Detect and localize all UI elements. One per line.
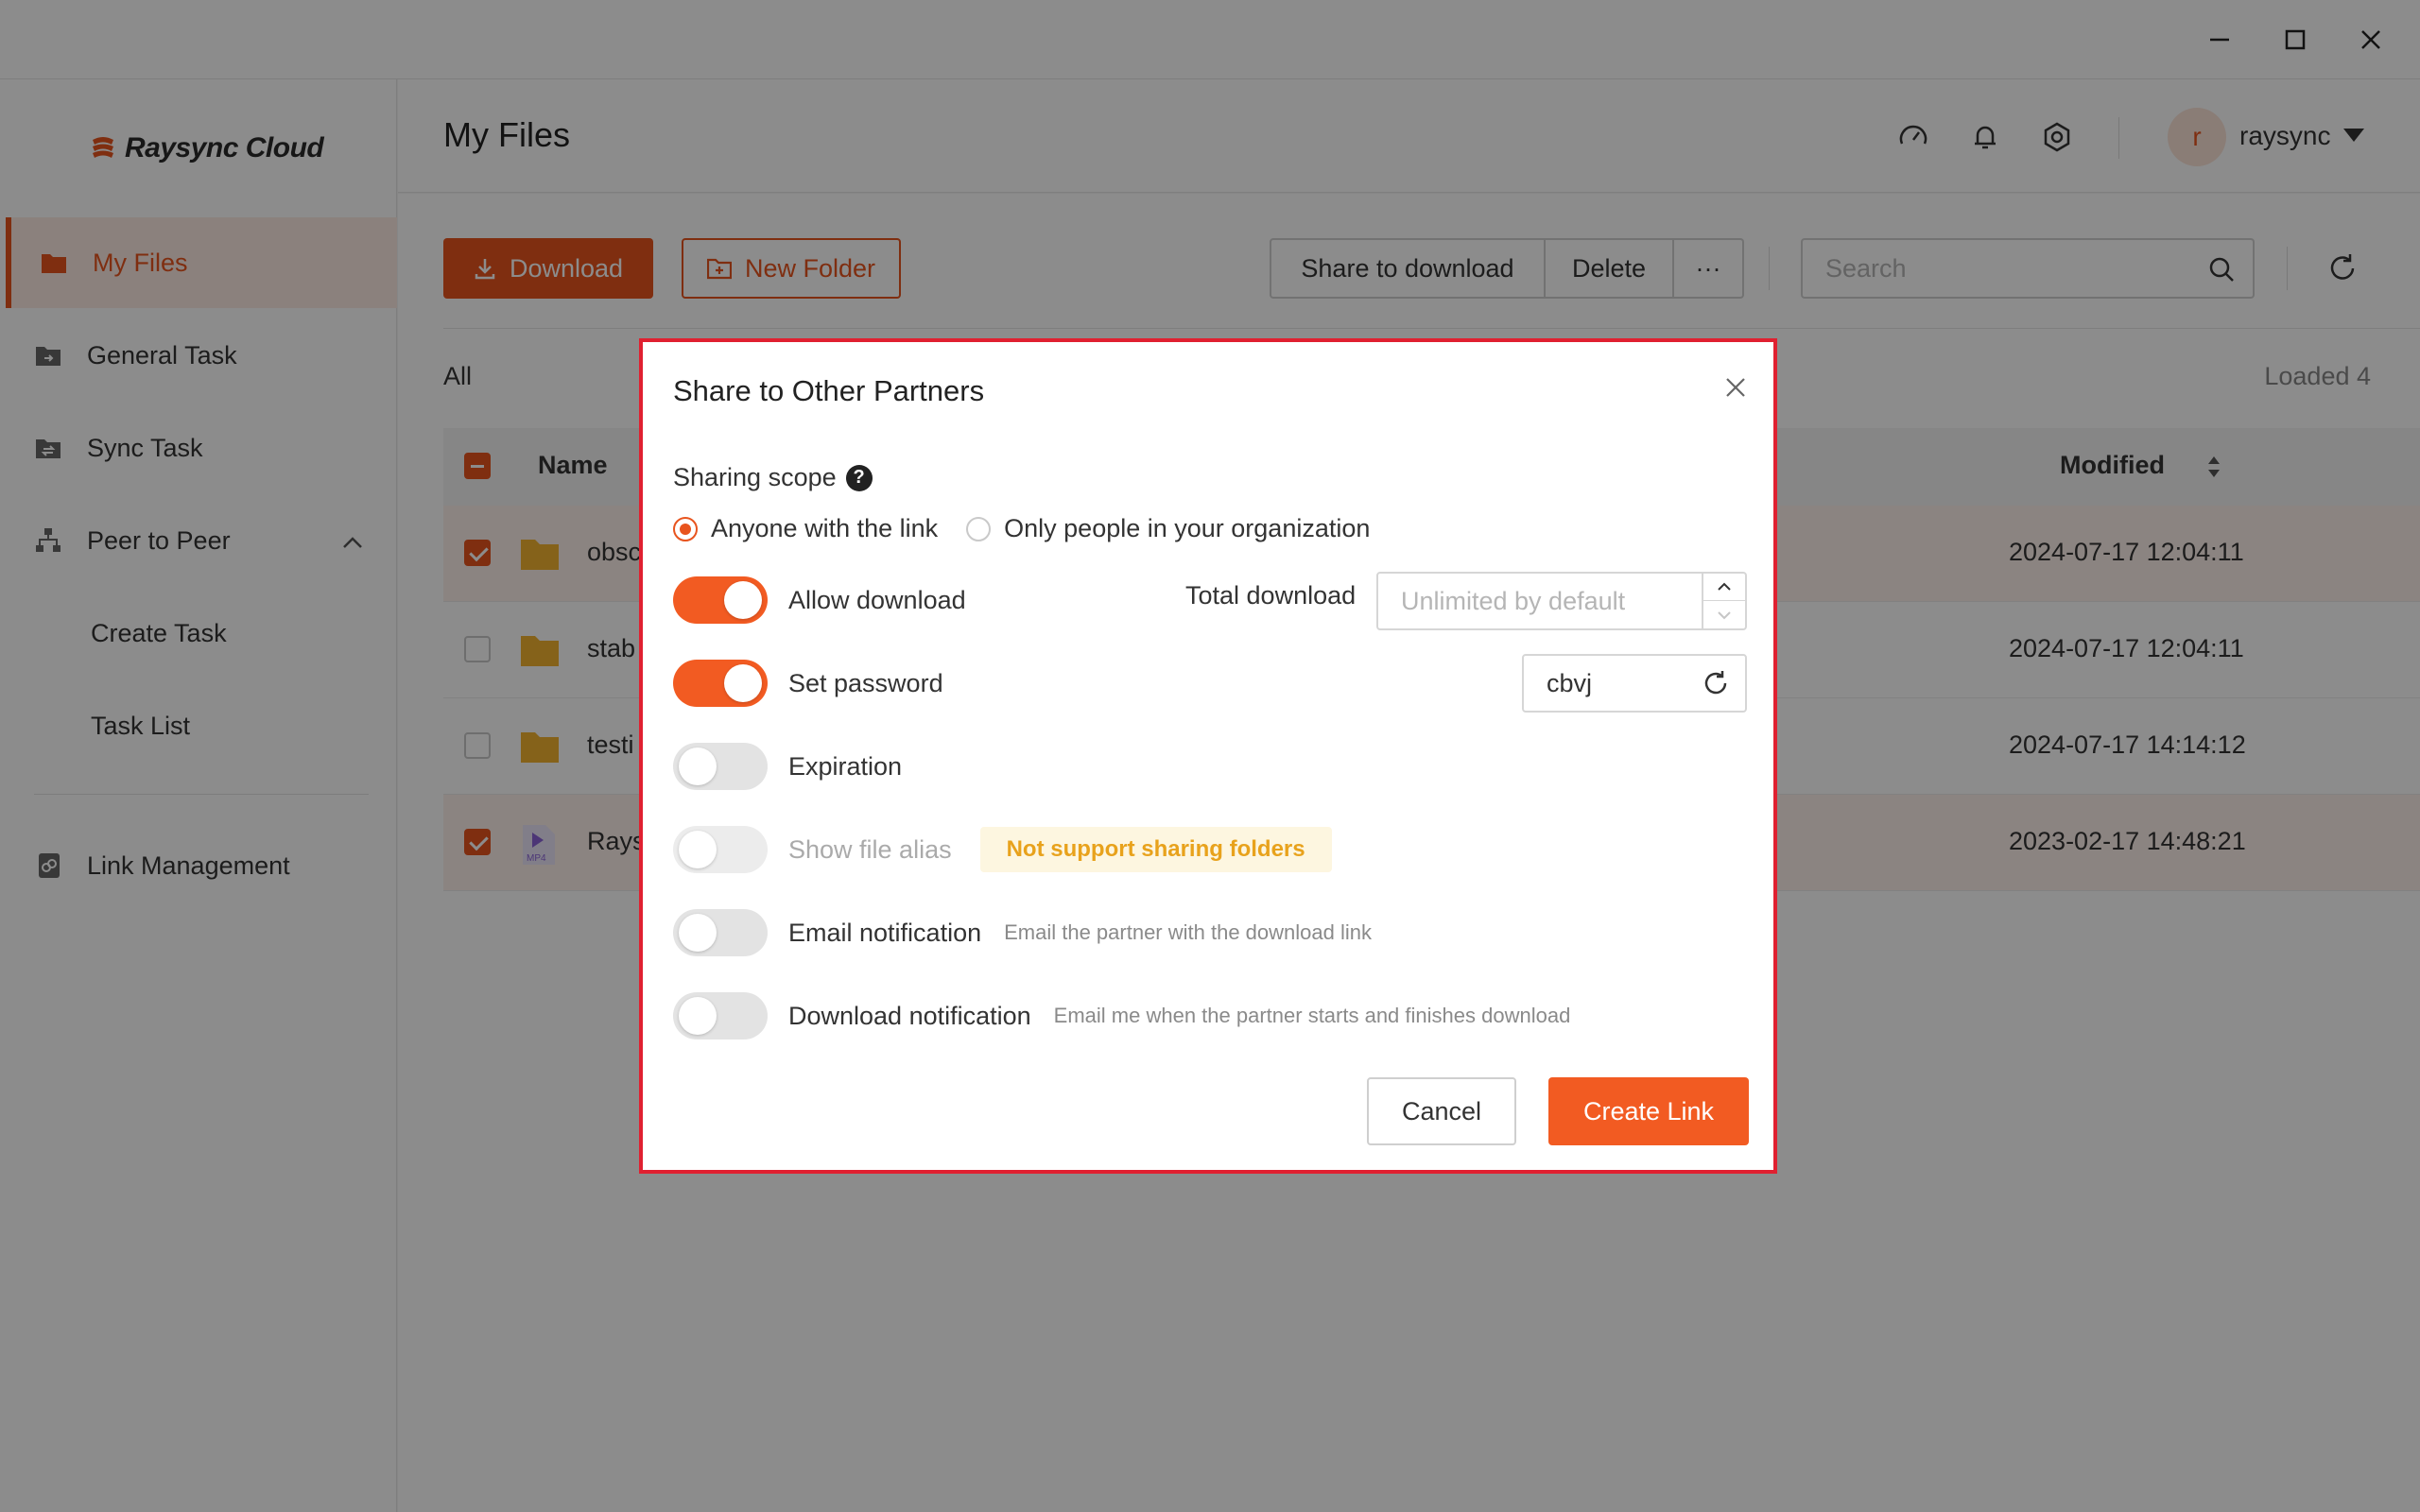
- radio-anyone-with-link[interactable]: [673, 516, 698, 541]
- cancel-button[interactable]: Cancel: [1367, 1077, 1516, 1145]
- expiration-toggle[interactable]: [673, 743, 768, 790]
- total-download-input[interactable]: Unlimited by default: [1376, 572, 1747, 630]
- radio-label[interactable]: Only people in your organization: [1004, 514, 1370, 543]
- allow-download-row: Allow download: [673, 576, 966, 624]
- total-download-placeholder: Unlimited by default: [1401, 587, 1626, 615]
- create-link-button[interactable]: Create Link: [1548, 1077, 1749, 1145]
- sharing-scope-label: Sharing scope ?: [673, 463, 873, 492]
- dialog-title: Share to Other Partners: [673, 374, 985, 407]
- allow-download-toggle[interactable]: [673, 576, 768, 624]
- close-icon[interactable]: [1724, 376, 1747, 404]
- number-stepper: [1702, 574, 1745, 628]
- download-notification-hint: Email me when the partner starts and fin…: [1053, 1004, 1571, 1027]
- total-download-label: Total download: [1185, 581, 1357, 610]
- allow-download-label: Allow download: [788, 585, 966, 614]
- password-field[interactable]: cbvj: [1522, 654, 1747, 713]
- share-dialog: Share to Other Partners Sharing scope ? …: [639, 338, 1777, 1174]
- email-notification-row: Email notification Email the partner wit…: [673, 909, 1372, 956]
- chevron-down-icon[interactable]: [1703, 601, 1745, 628]
- chevron-up-icon[interactable]: [1703, 574, 1745, 601]
- download-notification-label: Download notification: [788, 1001, 1031, 1030]
- email-notification-hint: Email the partner with the download link: [1004, 920, 1372, 944]
- expiration-row: Expiration: [673, 743, 902, 790]
- show-alias-label: Show file alias: [788, 834, 952, 864]
- password-value: cbvj: [1547, 669, 1593, 697]
- help-icon[interactable]: ?: [845, 464, 873, 491]
- email-notification-toggle[interactable]: [673, 909, 768, 956]
- show-alias-row: Show file alias Not support sharing fold…: [673, 826, 1332, 873]
- show-alias-toggle: [673, 826, 768, 873]
- email-notification-label: Email notification: [788, 918, 982, 947]
- download-notification-row: Download notification Email me when the …: [673, 992, 1570, 1040]
- set-password-label: Set password: [788, 668, 943, 697]
- sharing-scope-text: Sharing scope: [673, 463, 837, 491]
- radio-label[interactable]: Anyone with the link: [711, 514, 938, 543]
- alias-warning-badge: Not support sharing folders: [979, 827, 1332, 872]
- regenerate-icon[interactable]: [1702, 669, 1730, 702]
- radio-organization-only[interactable]: [966, 516, 992, 541]
- set-password-row: Set password: [673, 660, 943, 707]
- download-notification-toggle[interactable]: [673, 992, 768, 1040]
- set-password-toggle[interactable]: [673, 660, 768, 707]
- expiration-label: Expiration: [788, 751, 903, 781]
- sharing-scope-options: Anyone with the link Only people in your…: [673, 514, 1398, 543]
